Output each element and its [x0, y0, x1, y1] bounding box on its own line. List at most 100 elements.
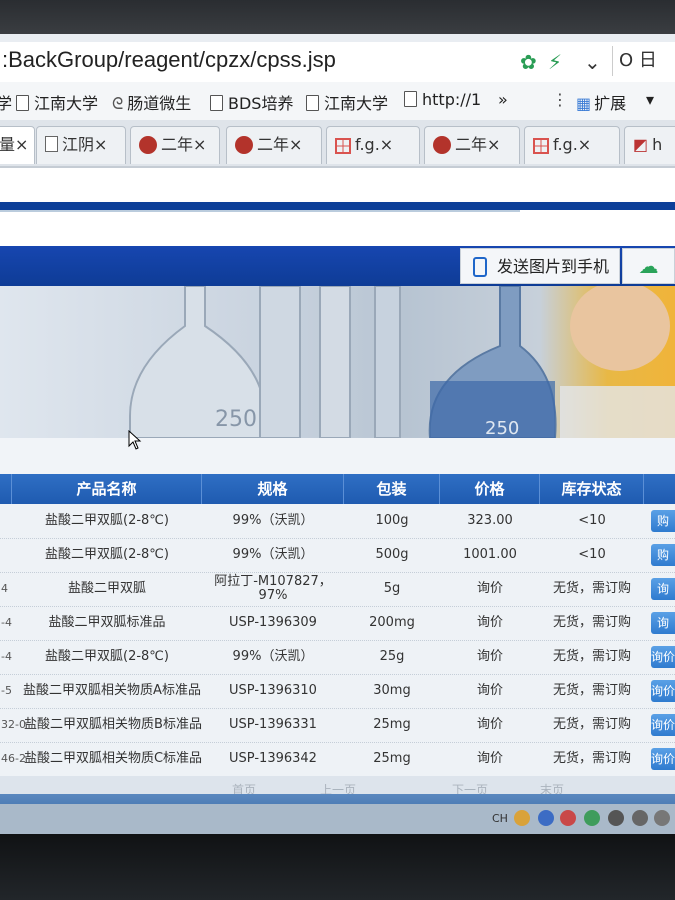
stock-status: 无货，需订购 [552, 581, 631, 596]
table-row: 盐酸二甲双胍(2-8℃) 99%（沃凯） 500g 1001.00 <10 购 [0, 538, 675, 573]
header-stripe [0, 202, 675, 210]
tab[interactable]: 二年× [130, 126, 220, 164]
network-icon[interactable] [608, 810, 624, 826]
stock-status: 无货，需订购 [552, 615, 631, 630]
spec: 阿拉丁-M107827，97% [214, 574, 332, 603]
bookmark-item[interactable]: 江南大学 [16, 90, 98, 114]
search-engine-box[interactable]: O 日 [612, 46, 675, 76]
image-icon: ◩ [633, 135, 649, 154]
refresh-icon[interactable]: ✿ [520, 50, 537, 74]
package: 25mg [373, 751, 411, 766]
column-header: 库存状态 [540, 474, 644, 504]
price: 1001.00 [463, 547, 517, 562]
input-language[interactable]: CH [492, 812, 508, 825]
page-icon [404, 91, 417, 107]
page-icon [306, 95, 319, 111]
spec: USP-1396342 [229, 751, 317, 766]
search-label: O 日 [619, 50, 657, 71]
inquire-button[interactable]: 询价 [651, 680, 675, 702]
more-bookmarks[interactable]: » [498, 90, 508, 109]
column-header: 规格 [202, 474, 344, 504]
shield-icon[interactable] [584, 810, 600, 826]
volume-icon[interactable] [632, 810, 648, 826]
grid-icon [533, 138, 549, 154]
buy-button[interactable]: 购 [651, 544, 675, 566]
product-name[interactable]: 盐酸二甲双胍相关物质B标准品 [24, 708, 202, 742]
tab[interactable]: ◩ h [624, 126, 675, 164]
extensions-button[interactable]: ▦ 扩展 [576, 90, 626, 114]
column-header: 包装 [344, 474, 440, 504]
bookmark-item[interactable]: ᘓ 肠道微生 [112, 90, 191, 114]
package: 500g [375, 547, 409, 562]
system-tray: CH [0, 804, 675, 834]
inquire-button[interactable]: 询价 [651, 714, 675, 736]
inquire-button[interactable]: 询价 [651, 748, 675, 770]
buy-button[interactable]: 购 [651, 510, 675, 532]
extensions-icon: ▦ [576, 94, 592, 113]
site-logo-icon [139, 136, 157, 154]
package: 25g [379, 649, 405, 664]
bookmark-item[interactable]: BDS培养 [210, 90, 293, 114]
page-icon [45, 136, 58, 152]
phone-icon [473, 257, 487, 277]
bookmark-item[interactable]: 江南大学 [306, 90, 388, 114]
stock-status: 无货，需订购 [552, 751, 631, 766]
product-name[interactable]: 盐酸二甲双胍(2-8℃) [12, 504, 202, 538]
monitor-bezel-top [0, 0, 675, 34]
inquire-button[interactable]: 询价 [651, 646, 675, 668]
chevron-down-icon[interactable]: ⌄ [584, 50, 601, 74]
product-name[interactable]: 盐酸二甲双胍(2-8℃) [12, 538, 202, 572]
product-name[interactable]: 盐酸二甲双胍相关物质C标准品 [24, 742, 202, 776]
site-logo-icon [235, 136, 253, 154]
tab[interactable]: 江阴× [36, 126, 126, 164]
help-icon[interactable] [538, 810, 554, 826]
price: 询价 [476, 683, 503, 698]
price: 询价 [476, 717, 503, 732]
page-icon [210, 95, 223, 111]
price: 询价 [476, 649, 503, 664]
bookmark-bar: 学 江南大学 ᘓ 肠道微生 BDS培养 江南大学 http://1 » ⋮ ▦ 扩展… [0, 82, 675, 121]
address-bar[interactable]: :BackGroup/reagent/cpzx/cpss.jsp ✿ ⚡ ⌄ O… [0, 42, 675, 83]
spec: 99%（沃凯） [232, 649, 314, 664]
tab[interactable]: 二年× [226, 126, 322, 164]
stock-status: 无货，需订购 [552, 683, 631, 698]
tab[interactable]: 量× [0, 126, 35, 164]
lightning-icon[interactable]: ⚡ [548, 50, 562, 74]
tab[interactable]: f.g.× [524, 126, 620, 164]
product-name[interactable]: 盐酸二甲双胍相关物质A标准品 [22, 674, 202, 708]
bookmark-item[interactable]: http://1 [404, 90, 481, 109]
column-header: 价格 [440, 474, 540, 504]
monitor-bezel-bottom [0, 834, 675, 900]
inquire-button[interactable]: 询 [651, 612, 675, 634]
inquire-button[interactable]: 询 [651, 578, 675, 600]
package: 5g [383, 581, 401, 596]
product-name[interactable]: 盐酸二甲双胍 [12, 572, 202, 606]
menu-dots-icon[interactable]: ⋮ [552, 90, 568, 109]
web-page: 发送图片到手机 ☁ 250 250 产品名称 规格 包装 价格 库存状态 盐酸二… [0, 168, 675, 834]
tab[interactable]: f.g.× [326, 126, 420, 164]
table-header: 产品名称 规格 包装 价格 库存状态 [0, 474, 675, 504]
beaker-mark: 250 [215, 407, 257, 432]
tray-app-icon[interactable] [654, 810, 670, 826]
price: 323.00 [467, 513, 513, 528]
cloud-icon[interactable]: ☁ [622, 248, 675, 284]
url-text[interactable]: :BackGroup/reagent/cpzx/cpss.jsp [2, 47, 336, 73]
send-image-to-phone-button[interactable]: 发送图片到手机 [460, 248, 620, 284]
tray-app-icon[interactable] [560, 810, 576, 826]
table-row: 盐酸二甲双胍(2-8℃) 99%（沃凯） 100g 323.00 <10 购 [0, 504, 675, 539]
tab[interactable]: 二年× [424, 126, 520, 164]
table-row: 4 盐酸二甲双胍 阿拉丁-M107827，97% 5g 询价 无货，需订购 询 [0, 572, 675, 607]
column-header: 产品名称 [12, 474, 202, 504]
package: 30mg [373, 683, 411, 698]
lab-banner-image: 250 250 [0, 286, 675, 438]
product-name[interactable]: 盐酸二甲双胍(2-8℃) [12, 640, 202, 674]
grid-icon [335, 138, 351, 154]
package: 25mg [373, 717, 411, 732]
bookmark-item[interactable]: 学 [0, 90, 12, 114]
tray-app-icon[interactable] [514, 810, 530, 826]
spec: USP-1396310 [229, 683, 317, 698]
product-name[interactable]: 盐酸二甲双胍标准品 [12, 606, 202, 640]
price: 询价 [476, 581, 503, 596]
dropdown-arrow-icon[interactable]: ▾ [646, 90, 654, 109]
stock-status: 无货，需订购 [552, 649, 631, 664]
